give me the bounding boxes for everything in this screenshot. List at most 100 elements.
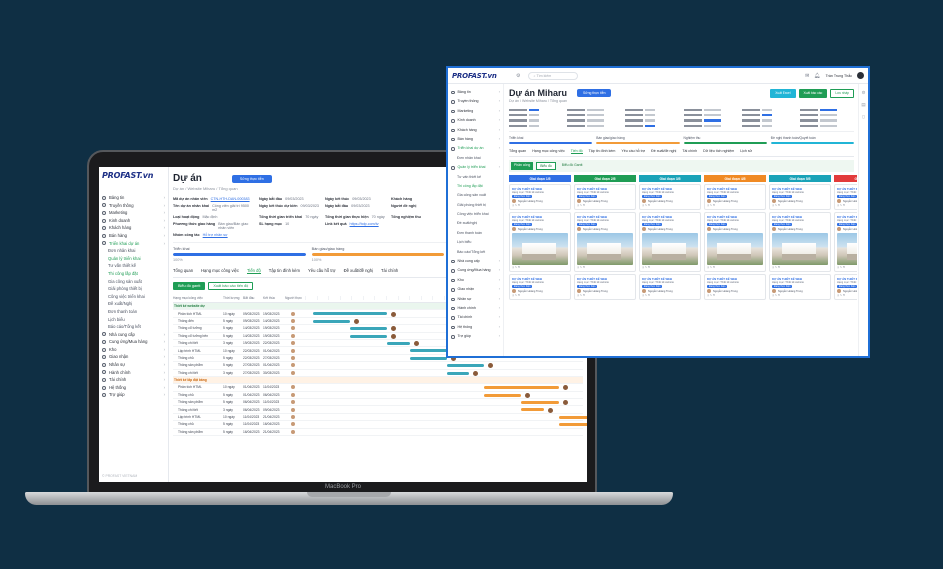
tab-item[interactable]: Tập tin đính kèm	[589, 149, 616, 154]
subtab-item[interactable]: Biểu đồ gantt	[173, 282, 206, 290]
task-card[interactable]: DỰ ÁN THIẾT KẾ WEBHạng mục: Thiết kế web…	[574, 184, 636, 211]
sidebar-item[interactable]: Quản lý triển khai ›	[451, 163, 500, 172]
sidebar-item[interactable]: Tài chính ›	[451, 313, 500, 322]
gantt-task-row[interactable]: Thông chủ 5 ngày 01/04/2023 06/04/2023	[173, 392, 583, 400]
subtab-item[interactable]: Biểu đồ Gantt	[559, 162, 586, 170]
gantt-bar[interactable]	[313, 319, 351, 323]
sidebar-item[interactable]: Đề xuất/nghị	[451, 219, 500, 228]
task-card[interactable]: DỰ ÁN THIẾT KẾ WEBHạng mục: Thiết kế web…	[834, 274, 857, 301]
sidebar-item[interactable]: Truyền thông ›	[102, 202, 165, 210]
gantt-bar[interactable]	[387, 341, 410, 345]
task-card[interactable]: DỰ ÁN THIẾT KẾ WEBHạng mục: Thiết kế web…	[704, 212, 766, 273]
gantt-group-row[interactable]: Thiết kế lắp đặt bảng	[173, 376, 583, 385]
sidebar-item[interactable]: Hệ thống ›	[102, 384, 165, 392]
task-card[interactable]: DỰ ÁN THIẾT KẾ WEBHạng mục: Thiết kế web…	[704, 184, 766, 211]
tab-item[interactable]: Lịch sử	[740, 149, 752, 154]
sidebar-item[interactable]: Kinh doanh ›	[451, 116, 500, 125]
gantt-bar[interactable]	[484, 393, 522, 397]
info-value[interactable]: https://bdp.com/tv	[350, 222, 379, 230]
sidebar-item[interactable]: Đơn thanh toán	[102, 308, 165, 316]
task-card[interactable]: DỰ ÁN THIẾT KẾ WEBHạng mục: Thiết kế web…	[574, 212, 636, 273]
tab-item[interactable]: Đề xuất/đề nghị	[344, 268, 373, 274]
subtab-item[interactable]: Biểu đồ	[536, 162, 556, 171]
sidebar-item[interactable]: Marketing ›	[102, 209, 165, 217]
task-card[interactable]: DỰ ÁN THIẾT KẾ WEBHạng mục: Thiết kế web…	[834, 184, 857, 211]
sidebar-item[interactable]: Quản lý triển khai	[102, 255, 165, 263]
sidebar-item[interactable]: Gia công sản xuất	[451, 191, 500, 200]
gantt-task-row[interactable]: Lập trình HTML 10 ngày 11/04/2023 21/04/202…	[173, 414, 587, 422]
sidebar-item[interactable]: Gia công sản xuất	[102, 278, 165, 286]
tab-item[interactable]: Yêu cầu hỗ trợ	[308, 268, 336, 274]
search-input[interactable]: ⌕ Tìm kiếm	[528, 71, 579, 80]
gantt-task-row[interactable]: Thông sản phẩm 5 ngày 27/03/2023 01/04/2023	[173, 362, 583, 370]
gantt-bar[interactable]	[313, 312, 388, 316]
gantt-bar[interactable]	[350, 327, 388, 331]
tab-item[interactable]: Tổng quan	[509, 149, 526, 154]
bookmark-icon[interactable]: ▯	[862, 114, 864, 120]
gantt-bar[interactable]	[484, 386, 559, 390]
sidebar-item[interactable]: Thi công lắp đặt	[451, 182, 500, 191]
sidebar-item[interactable]: Kinh doanh ›	[102, 217, 165, 225]
gantt-task-row[interactable]: Thông sản phẩm 5 ngày 16/04/2023 21/04/2023	[173, 429, 583, 437]
sidebar-item[interactable]: Tài chính ›	[102, 376, 165, 384]
sidebar-item[interactable]: Kho ›	[451, 276, 500, 285]
sidebar-item[interactable]: Bảng tin ›	[451, 88, 500, 97]
sidebar-item[interactable]: Truyền thông ›	[451, 97, 500, 106]
sidebar-item[interactable]: Đơn thanh toán	[451, 229, 500, 238]
gantt-bar[interactable]	[447, 364, 485, 368]
gantt-bar[interactable]	[558, 415, 587, 419]
info-value[interactable]: Hỗ trợ nhân sự	[203, 233, 228, 237]
sidebar-item[interactable]: Trợ giúp ›	[102, 391, 165, 399]
toolbar-button[interactable]: Lưu nháp	[830, 88, 854, 98]
gantt-bar[interactable]	[521, 401, 559, 405]
task-card[interactable]: DỰ ÁN THIẾT KẾ WEBHạng mục: Thiết kế web…	[574, 274, 636, 301]
sidebar-item[interactable]: Tư vấn thiết kế	[451, 173, 500, 182]
sidebar-item[interactable]: Lịch biểu	[102, 316, 165, 324]
kanban-column-header[interactable]: Giai đoạn 6/5	[834, 175, 857, 183]
sidebar-item[interactable]: Triển khai dự án ›	[451, 144, 500, 153]
tab-item[interactable]: Đề xuất/đề nghị	[651, 149, 676, 154]
settings-icon[interactable]: ⚙	[516, 73, 520, 79]
sidebar-item[interactable]: Khách hàng ›	[102, 224, 165, 232]
task-card[interactable]: DỰ ÁN THIẾT KẾ WEBHạng mục: Thiết kế web…	[509, 184, 571, 211]
sidebar-item[interactable]: Đề xuất/Nghị	[102, 300, 165, 308]
sidebar-item[interactable]: Cung ứng/Mua hàng ›	[102, 338, 165, 346]
settings-icon[interactable]: ⚙	[861, 90, 865, 96]
sidebar-item[interactable]: Hành chính ›	[102, 369, 165, 377]
task-card[interactable]: DỰ ÁN THIẾT KẾ WEBHạng mục: Thiết kế web…	[704, 274, 766, 301]
sidebar-item[interactable]: Báo cáo/Tổng kết	[102, 323, 165, 331]
info-value[interactable]: CTN-HTH-DAN-000383	[211, 197, 250, 201]
user-name[interactable]: Trần Trung Thắc	[826, 74, 852, 78]
gantt-task-row[interactable]: Thông sản phẩm 5 ngày 06/04/2023 11/04/2023	[173, 399, 583, 407]
sidebar-item[interactable]: Nhân sự ›	[102, 361, 165, 369]
task-card[interactable]: DỰ ÁN THIẾT KẾ WEBHạng mục: Thiết kế web…	[639, 212, 701, 273]
sidebar-item[interactable]: Marketing ›	[451, 107, 500, 116]
sidebar-item[interactable]: Thi công lắp đặt	[102, 270, 165, 278]
sidebar-item[interactable]: Bán hàng ›	[102, 232, 165, 240]
task-card[interactable]: DỰ ÁN THIẾT KẾ WEBHạng mục: Thiết kế web…	[509, 212, 571, 273]
sidebar-item[interactable]: Kho ›	[102, 346, 165, 354]
sidebar-item[interactable]: Đơn nhân khai	[451, 154, 500, 163]
toolbar-button[interactable]: Xuất Excel	[770, 88, 796, 98]
gantt-bar[interactable]	[447, 371, 470, 375]
gantt-bar[interactable]	[350, 334, 388, 338]
primary-action-button[interactable]: Sửng thực tiễn	[231, 174, 272, 183]
sidebar-item[interactable]: Giao nhận ›	[451, 285, 500, 294]
sidebar-item[interactable]: Đơn nhân khai	[102, 247, 165, 255]
gantt-bar[interactable]	[409, 356, 447, 360]
tab-item[interactable]: Yêu cầu hỗ trợ	[621, 149, 645, 154]
sidebar-item[interactable]: Hành chính ›	[451, 304, 500, 313]
task-card[interactable]: DỰ ÁN THIẾT KẾ WEBHạng mục: Thiết kế web…	[769, 184, 831, 211]
sidebar-item[interactable]: Nhà cung cấp ›	[451, 257, 500, 266]
subtab-item[interactable]: Phân công	[511, 162, 534, 171]
sidebar-item[interactable]: Nhân sự ›	[451, 295, 500, 304]
task-card[interactable]: DỰ ÁN THIẾT KẾ WEBHạng mục: Thiết kế web…	[769, 274, 831, 301]
subtab-item[interactable]: Xuất báo cáo tiến độ	[208, 282, 254, 290]
task-card[interactable]: DỰ ÁN THIẾT KẾ WEBHạng mục: Thiết kế web…	[769, 212, 831, 273]
tab-item[interactable]: Tiến độ	[246, 268, 261, 274]
sidebar-item[interactable]: Báo cáo/Tổng kết	[451, 248, 500, 257]
tab-item[interactable]: Tiến độ	[570, 149, 583, 155]
gantt-task-row[interactable]: Phân tích HTML 10 ngày 01/04/2023 11/04/202…	[173, 384, 583, 392]
tab-item[interactable]: Hạng mục công việc	[532, 149, 565, 154]
kanban-column-header[interactable]: Giai đoạn 2/5	[574, 175, 636, 183]
